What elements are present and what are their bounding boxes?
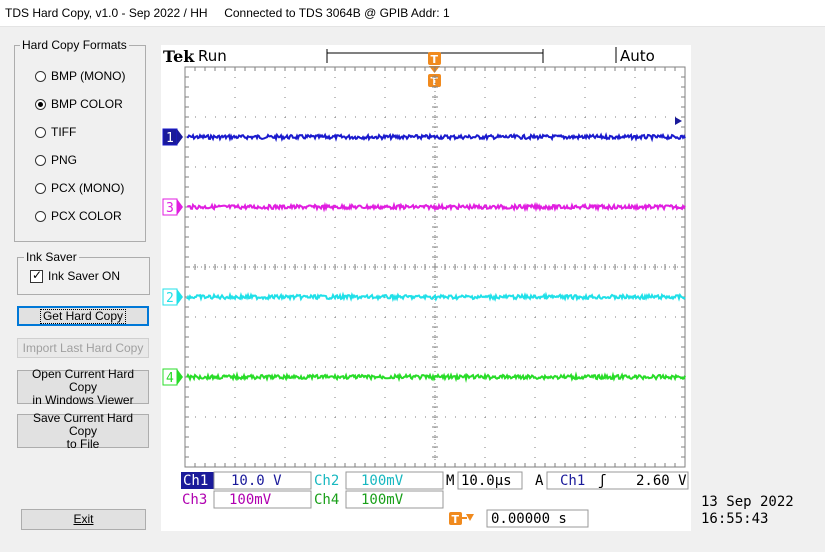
open-current-label-line1: Open Current Hard Copy [31, 366, 135, 394]
capture-time: 16:55:43 [701, 511, 769, 527]
radio-label: PCX (MONO) [51, 181, 125, 195]
ch3-ground-marker-icon: 3 [162, 198, 183, 216]
ch4-ground-marker-icon: 4 [162, 368, 183, 386]
ch2-scale: 100mV [361, 473, 404, 489]
title-bar: TDS Hard Copy, v1.0 - Sep 2022 / HH Conn… [0, 0, 825, 27]
exit-label: Exit [73, 512, 94, 526]
save-current-label-line1: Save Current Hard Copy [32, 410, 134, 438]
trace-ch2 [186, 291, 686, 303]
radio-png[interactable]: PNG [35, 153, 77, 167]
scope-screenshot: Tek Run Auto T T 1 3 2 4 Ch1 10.0 V Ch2 100… [161, 45, 691, 531]
capture-date: 13 Sep 2022 [701, 494, 794, 510]
trigger-position: 0.00000 s [491, 511, 567, 527]
checkbox-checked-icon[interactable] [30, 268, 43, 283]
radio-button-icon[interactable] [35, 126, 46, 138]
ch1-marker-label: 1 [166, 131, 174, 146]
ink-saver-checkbox-row[interactable]: Ink Saver ON [30, 268, 121, 283]
trigger-channel: Ch1 [560, 473, 585, 489]
timebase-prefix: M [446, 473, 454, 489]
channel-ground-markers: 1 3 2 4 [162, 128, 183, 386]
ch3-label: Ch3 [182, 492, 207, 508]
open-current-label-line2: in Windows Viewer [32, 392, 134, 407]
trace-ch1 [186, 131, 686, 143]
radio-label: PCX COLOR [51, 209, 122, 223]
radio-tiff[interactable]: TIFF [35, 125, 76, 139]
ch1-scale: 10.0 V [231, 473, 282, 489]
trigger-level-arrow-icon [675, 117, 682, 125]
import-last-hard-copy-button[interactable]: Import Last Hard Copy [17, 338, 149, 358]
ink-saver-legend: Ink Saver [24, 250, 79, 264]
trigger-position-marker-icon: T [428, 52, 441, 66]
graticule [184, 66, 686, 468]
ch4-scale: 100mV [361, 492, 404, 508]
trace-ch3 [186, 201, 686, 213]
trigger-mode: Auto [620, 47, 655, 65]
ch3-scale: 100mV [229, 492, 272, 508]
radio-button-icon[interactable] [35, 210, 46, 222]
import-last-hard-copy-label: Import Last Hard Copy [22, 340, 144, 355]
open-current-hard-copy-button[interactable]: Open Current Hard Copy in Windows Viewer [17, 366, 149, 407]
radio-label: TIFF [51, 125, 77, 139]
ink-saver-checkbox-label: Ink Saver ON [48, 269, 121, 283]
ch2-marker-label: 2 [166, 291, 174, 306]
trigger-prefix: A [535, 473, 544, 489]
radio-button-icon[interactable] [35, 182, 46, 194]
radio-button-icon[interactable] [35, 70, 46, 82]
ch4-label: Ch4 [314, 492, 339, 508]
ch4-marker-label: 4 [166, 371, 174, 386]
save-current-label-line2: to File [66, 436, 100, 451]
exit-button[interactable]: Exit [21, 509, 146, 530]
trace-ch4 [186, 371, 686, 383]
ch2-ground-marker-icon: 2 [162, 288, 183, 306]
ch2-label: Ch2 [314, 473, 339, 489]
get-hard-copy-button[interactable]: Get Hard Copy [17, 306, 149, 326]
trigger-position-icon: T [449, 512, 474, 526]
radio-label: BMP (MONO) [51, 69, 126, 83]
tek-logo: Tek [163, 47, 195, 66]
window-title: TDS Hard Copy, v1.0 - Sep 2022 / HH Conn… [5, 6, 450, 20]
run-state: Run [198, 47, 227, 65]
hard-copy-formats-legend: Hard Copy Formats [20, 38, 129, 52]
trigger-slope-icon: ʃ [598, 473, 606, 489]
save-current-hard-copy-button[interactable]: Save Current Hard Copy to File [17, 410, 149, 451]
get-hard-copy-label: Get Hard Copy [39, 308, 127, 324]
radio-button-selected-icon[interactable] [35, 98, 46, 110]
ch1-label: Ch1 [183, 473, 208, 489]
trigger-level: 2.60 V [636, 473, 687, 489]
radio-pcx-mono[interactable]: PCX (MONO) [35, 181, 124, 195]
radio-label: BMP COLOR [51, 97, 123, 111]
radio-button-icon[interactable] [35, 154, 46, 166]
radio-bmp-color[interactable]: BMP COLOR [35, 97, 123, 111]
timebase: 10.0µs [461, 473, 512, 489]
ch1-ground-marker-icon: 1 [162, 128, 183, 146]
svg-text:T: T [431, 53, 439, 66]
ch3-marker-label: 3 [166, 201, 174, 216]
svg-text:T: T [452, 513, 460, 526]
radio-label: PNG [51, 153, 78, 167]
radio-bmp-mono[interactable]: BMP (MONO) [35, 69, 125, 83]
radio-pcx-color[interactable]: PCX COLOR [35, 209, 122, 223]
